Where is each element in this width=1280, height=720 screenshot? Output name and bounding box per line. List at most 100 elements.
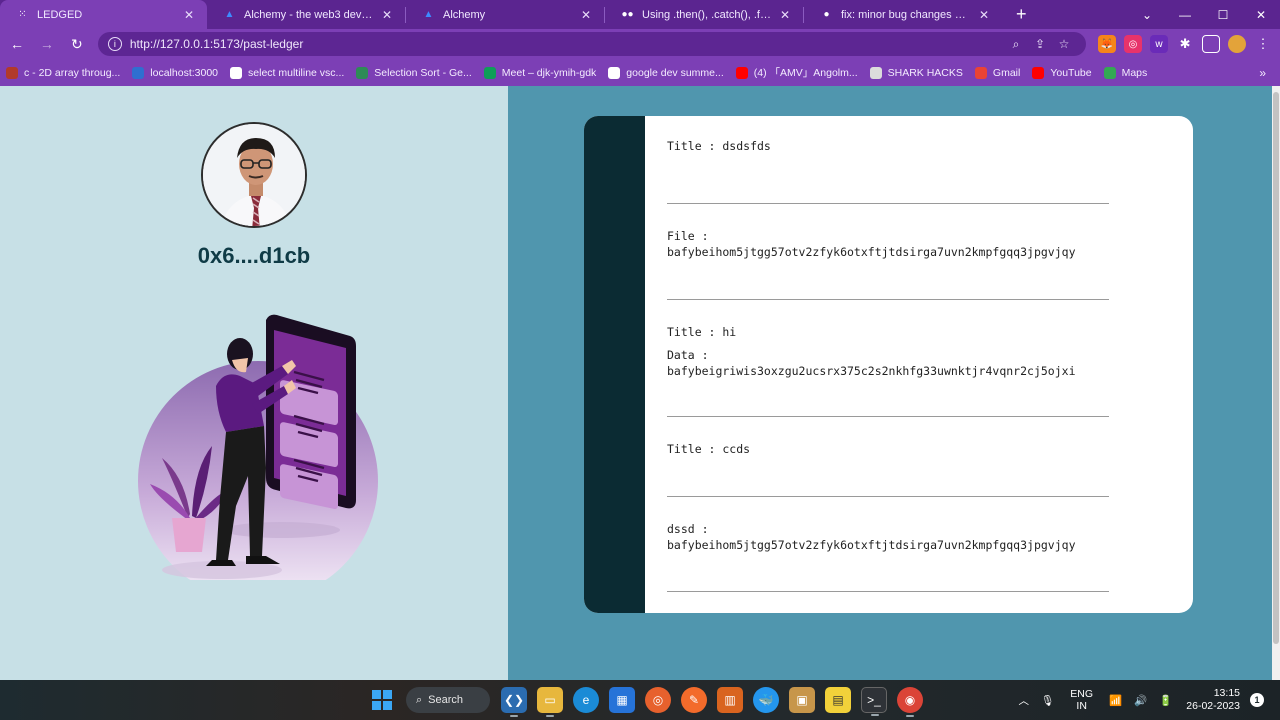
bookmark-label: SHARK HACKS — [887, 66, 963, 79]
menu-kebab-icon[interactable]: ⋮ — [1254, 35, 1272, 53]
tab-close-icon[interactable]: ✕ — [379, 8, 395, 22]
browser-tab[interactable]: ●● Using .then(), .catch(), .finally() to… — [605, 0, 803, 29]
bookmark-item[interactable]: c - 2D array throug... — [6, 66, 120, 79]
entry-key: dssd : — [667, 522, 709, 536]
bookmark-favicon-icon — [6, 66, 18, 79]
scrollbar-thumb[interactable] — [1273, 92, 1279, 644]
profile-avatar-icon[interactable] — [1228, 35, 1247, 53]
extensions-puzzle-icon[interactable]: ✱ — [1176, 35, 1194, 53]
tray-overflow-icon[interactable]: ︿ — [1018, 693, 1029, 708]
tab-close-icon[interactable]: ✕ — [777, 8, 793, 22]
maximize-icon[interactable]: ☐ — [1204, 8, 1242, 22]
wifi-icon[interactable]: 📶 — [1109, 694, 1122, 707]
ledger-entry: Title : hi Data : bafybeigriwis3oxzgu2ucsr… — [667, 300, 1109, 417]
forward-icon[interactable]: → — [34, 36, 60, 52]
reload-icon[interactable]: ↻ — [64, 36, 90, 53]
tab-title: fix: minor bug changes by IRSHIT — [841, 8, 970, 21]
bookmark-favicon-icon — [356, 66, 369, 79]
postman-icon[interactable]: ✎ — [681, 687, 707, 713]
bookmark-item[interactable]: YouTube — [1032, 66, 1092, 79]
bookmark-favicon-icon — [735, 66, 748, 79]
taskbar-search[interactable]: ⌕ Search — [406, 687, 490, 713]
bookmark-item[interactable]: Maps — [1103, 66, 1147, 79]
windows-start-icon[interactable] — [369, 687, 395, 713]
tab-title: Alchemy - the web3 developmen — [244, 8, 373, 21]
page-scrollbar[interactable] — [1272, 86, 1280, 680]
metamask-extension-icon[interactable]: 🦊 — [1098, 35, 1117, 53]
file-explorer-icon[interactable]: ▭ — [537, 687, 563, 717]
bookmark-star-icon[interactable]: ☆ — [1052, 37, 1076, 51]
language-indicator[interactable]: ENG IN — [1070, 688, 1093, 712]
bookmark-item[interactable]: Selection Sort - Ge... — [356, 66, 472, 79]
zoom-icon[interactable]: ⌕ — [1004, 37, 1028, 52]
tab-close-icon[interactable]: ✕ — [976, 8, 992, 22]
ledger-entry-line: Title : dsdsfds — [667, 139, 771, 153]
browser-tab[interactable]: ▲ Alchemy ✕ — [406, 0, 604, 29]
region-code: IN — [1076, 700, 1087, 712]
site-info-icon[interactable]: i — [107, 37, 122, 51]
volume-icon[interactable]: 🔊 — [1134, 694, 1147, 707]
bookmark-favicon-icon — [974, 66, 987, 79]
bookmark-favicon-icon — [608, 66, 621, 79]
bookmark-item[interactable]: select multiline vsc... — [230, 66, 345, 79]
bookmarks-overflow-icon[interactable]: » — [1259, 66, 1266, 80]
language-code: ENG — [1070, 688, 1094, 700]
package-icon[interactable]: ▣ — [789, 687, 815, 713]
bookmark-favicon-icon — [1032, 66, 1045, 79]
entry-key: Data : — [667, 348, 709, 362]
clock[interactable]: 13:15 26-02-2023 — [1186, 687, 1240, 713]
tab-title: Alchemy — [443, 8, 486, 21]
bookmark-label: (4) 「AMV」Angolm... — [753, 67, 858, 79]
profile-pane: 0x6....d1cb — [0, 86, 508, 680]
browser-tab[interactable]: ⁙ LEDGED ✕ — [0, 0, 207, 29]
entry-value: bafybeigriwis3oxzgu2ucsrx375c2s2nkhfg33u… — [667, 364, 1076, 378]
close-window-icon[interactable]: ✕ — [1242, 8, 1280, 22]
tab-close-icon[interactable]: ✕ — [181, 8, 197, 22]
back-icon[interactable]: ← — [4, 36, 30, 52]
minimize-icon[interactable]: — — [1166, 8, 1204, 22]
browser-tab[interactable]: ● fix: minor bug changes by IRSHIT ✕ — [804, 0, 1002, 29]
bookmark-item[interactable]: localhost:3000 — [132, 66, 218, 79]
docker-icon[interactable]: 🐳 — [753, 687, 779, 713]
share-icon[interactable]: ⇪ — [1028, 37, 1052, 51]
ledger-pane: Title : dsdsfds File : bafybeihom5jtgg57ot… — [508, 86, 1272, 680]
url-text[interactable]: http://127.0.0.1:5173/past-ledger — [130, 37, 1004, 51]
tab-search-icon[interactable]: ⌄ — [1128, 8, 1166, 22]
ledger-entry: dssd : bafybeihom5jtgg57otv2zfyk6otxftjtd… — [667, 497, 1109, 592]
bookmark-label: select multiline vsc... — [248, 66, 345, 79]
browser-tab[interactable]: ▲ Alchemy - the web3 developmen ✕ — [207, 0, 405, 29]
battery-icon[interactable]: 🔋 — [1159, 694, 1172, 707]
phone-illustration — [132, 308, 384, 601]
ledger-entry-line: dssd : bafybeihom5jtgg57otv2zfyk6otxftjtd… — [667, 521, 1109, 553]
bookmark-item[interactable]: (4) 「AMV」Angolm... — [735, 65, 858, 80]
microphone-icon[interactable]: 🎙 — [1041, 694, 1054, 707]
side-panel-icon[interactable] — [1202, 35, 1221, 53]
pink-extension-icon[interactable]: ◎ — [1124, 35, 1143, 53]
extensions-area: 🦊 ◎ w ✱ ⋮ — [1098, 35, 1280, 53]
ledger-entry: Title : ccds — [667, 417, 1109, 497]
office-icon[interactable]: ▥ — [717, 687, 743, 713]
window-controls: ⌄ — ☐ ✕ — [1128, 0, 1280, 29]
address-bar[interactable]: i http://127.0.0.1:5173/past-ledger ⌕ ⇪ … — [97, 32, 1087, 56]
bookmark-item[interactable]: Gmail — [974, 66, 1020, 79]
bookmark-item[interactable]: google dev summe... — [608, 66, 724, 79]
bookmarks-bar: c - 2D array throug... localhost:3000 sele… — [0, 59, 1280, 86]
chrome-icon[interactable]: ◉ — [897, 687, 923, 717]
bookmark-item[interactable]: Meet – djk-ymih-gdk — [483, 66, 596, 79]
bookmark-item[interactable]: SHARK HACKS — [869, 66, 963, 79]
store-icon[interactable]: ▦ — [609, 687, 635, 713]
new-tab-button[interactable]: + — [1016, 0, 1027, 29]
tab-strip: ⁙LEDGED✕▲Alchemy - the web3 developmen✕▲… — [0, 0, 1280, 29]
terminal-icon[interactable]: >_ — [861, 687, 887, 716]
ubuntu-icon[interactable]: ◎ — [645, 687, 671, 713]
bookmark-label: YouTube — [1050, 66, 1092, 79]
tab-close-icon[interactable]: ✕ — [578, 8, 594, 22]
edge-icon[interactable]: e — [573, 687, 599, 713]
ledger-entries: Title : dsdsfds File : bafybeihom5jtgg57ot… — [667, 134, 1109, 592]
vscode-icon[interactable]: ❮❯ — [501, 687, 527, 717]
sticky-notes-icon[interactable]: ▤ — [825, 687, 851, 713]
notification-badge[interactable]: 1 — [1250, 693, 1264, 707]
ledger-entry-line: Title : ccds — [667, 442, 751, 456]
page-content: 0x6....d1cb Title: dsdsfds File: bafyb… — [0, 86, 1280, 680]
purple-extension-icon[interactable]: w — [1150, 35, 1169, 53]
